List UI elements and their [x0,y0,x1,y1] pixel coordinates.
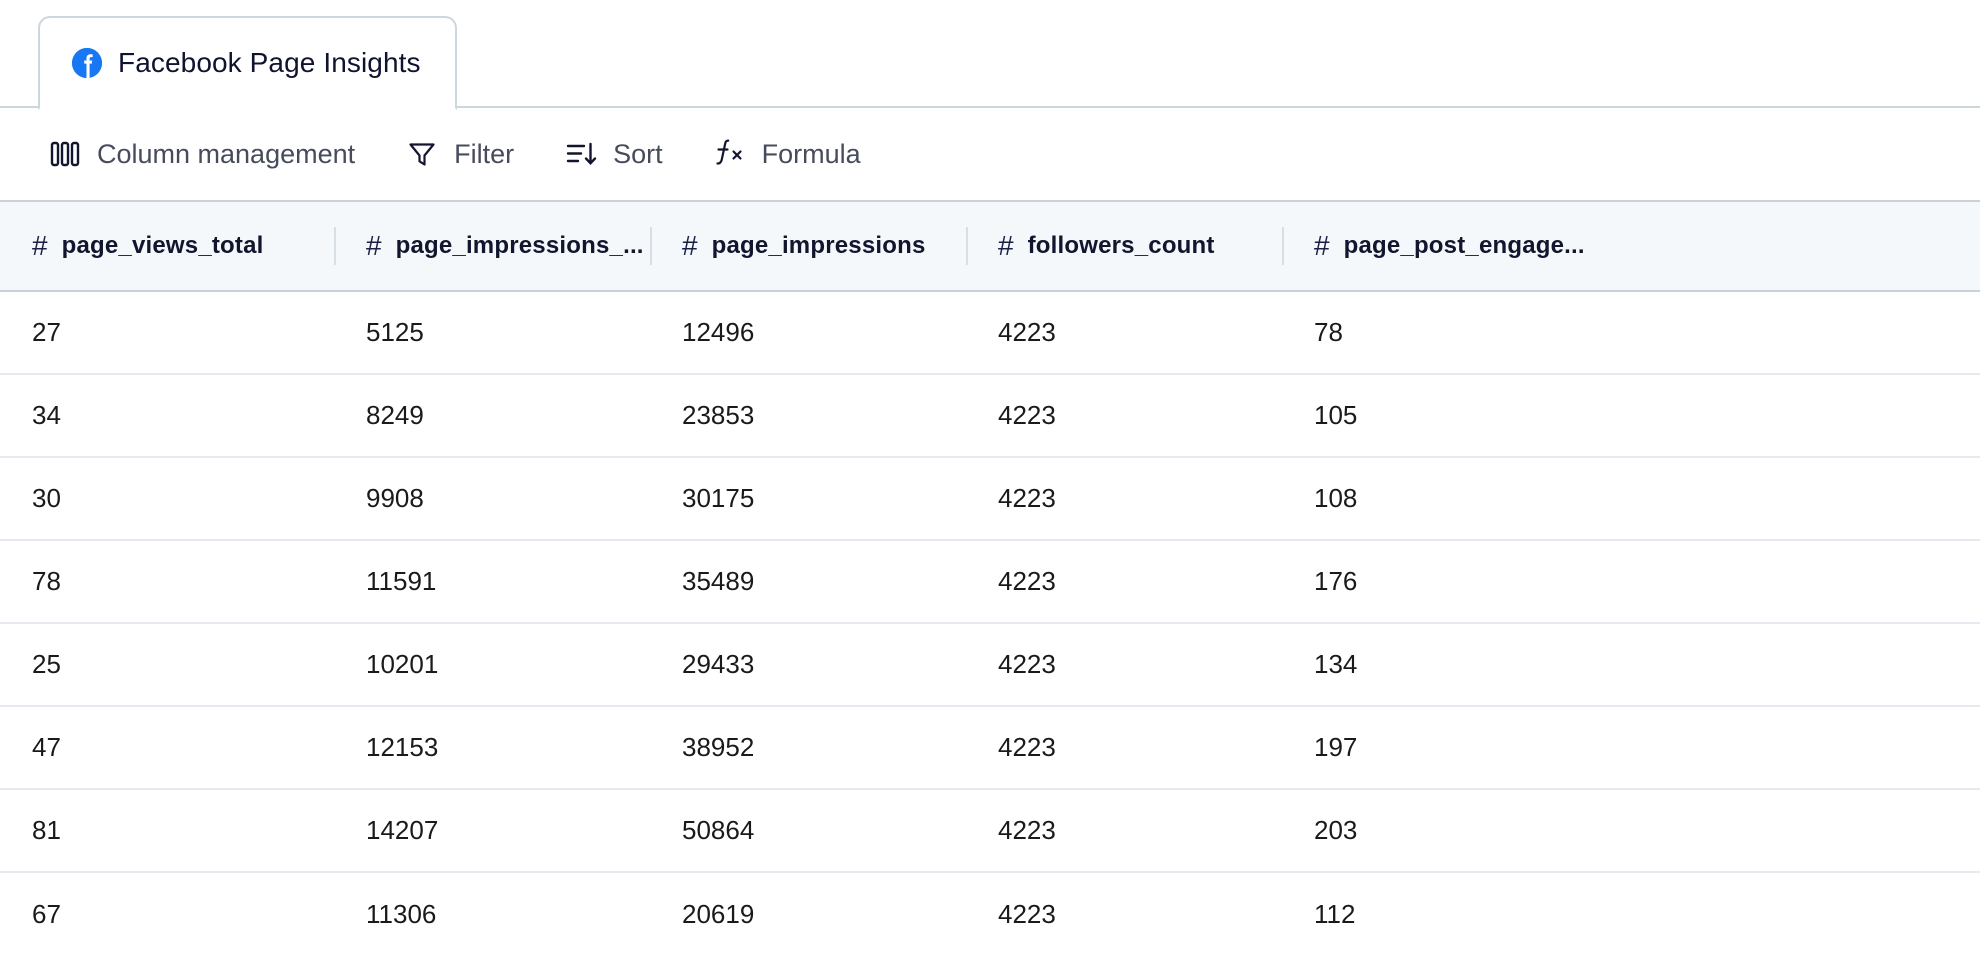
table-row[interactable]: 30 9908 30175 4223 108 [0,457,1980,541]
table-cell[interactable]: 38952 [650,706,966,790]
column-management-button[interactable]: Column management [46,133,357,175]
table-cell[interactable]: 134 [1282,623,1980,707]
table-cell[interactable]: 29433 [650,623,966,707]
table-cell[interactable]: 34 [0,374,334,458]
number-type-icon: # [998,230,1014,261]
number-type-icon: # [682,230,698,261]
tab-label: Facebook Page Insights [118,47,421,78]
data-grid: # page_views_total # page_impressions_... # p… [0,200,1980,955]
filter-button[interactable]: Filter [403,133,516,175]
header-row: # page_views_total # page_impressions_... # p… [0,200,1980,292]
column-header-label: page_post_engage... [1343,232,1585,259]
column-header-label: page_impressions [711,232,926,259]
column-header-page-post-engage-[interactable]: # page_post_engage... [1282,200,1980,292]
table-cell[interactable]: 4223 [966,872,1282,955]
filter-label: Filter [454,138,515,169]
table-cell[interactable]: 112 [1282,872,1980,955]
table-cell[interactable]: 25 [0,623,334,707]
table-cell[interactable]: 81 [0,789,334,873]
table-cell[interactable]: 203 [1282,789,1980,873]
table-cell[interactable]: 78 [1282,291,1980,375]
function-fx-icon [713,137,747,171]
table-cell[interactable]: 27 [0,291,334,375]
table-cell[interactable]: 5125 [334,291,650,375]
table-cell[interactable]: 9908 [334,457,650,541]
facebook-icon [72,48,102,78]
grid-header: # page_views_total # page_impressions_... # p… [0,200,1980,292]
table-cell[interactable]: 105 [1282,374,1980,458]
sort-descending-icon [564,137,598,171]
table-cell[interactable]: 4223 [966,540,1282,624]
table-row[interactable]: 78 11591 35489 4223 176 [0,540,1980,624]
table-cell[interactable]: 78 [0,540,334,624]
column-header-label: page_views_total [61,232,264,259]
data-grid-scroll[interactable]: # page_views_total # page_impressions_... # p… [0,200,1980,968]
columns-icon [48,137,82,171]
table-cell[interactable]: 67 [0,872,334,955]
table-row[interactable]: 67 11306 20619 4223 112 [0,872,1980,955]
table-cell[interactable]: 108 [1282,457,1980,541]
formula-label: Formula [761,138,861,169]
table-cell[interactable]: 12153 [334,706,650,790]
table-cell[interactable]: 4223 [966,789,1282,873]
filter-funnel-icon [405,137,439,171]
number-type-icon: # [32,230,48,261]
formula-button[interactable]: Formula [711,133,863,175]
column-header-page-impressions-[interactable]: # page_impressions_... [334,200,650,292]
grid-body: 27 5125 12496 4223 78 34 8249 23853 4223 105 30 990… [0,291,1980,955]
table-cell[interactable]: 23853 [650,374,966,458]
table-cell[interactable]: 8249 [334,374,650,458]
table-cell[interactable]: 176 [1282,540,1980,624]
number-type-icon: # [366,230,382,261]
app-root: Facebook Page Insights Column management… [0,0,1980,968]
table-cell[interactable]: 4223 [966,706,1282,790]
table-cell[interactable]: 30 [0,457,334,541]
tab-strip: Facebook Page Insights [0,0,1980,110]
table-cell[interactable]: 20619 [650,872,966,955]
table-cell[interactable]: 12496 [650,291,966,375]
sort-button[interactable]: Sort [562,133,665,175]
sort-label: Sort [613,138,663,169]
table-row[interactable]: 47 12153 38952 4223 197 [0,706,1980,790]
table-row[interactable]: 27 5125 12496 4223 78 [0,291,1980,375]
column-management-label: Column management [97,138,356,169]
column-header-label: page_impressions_... [395,232,644,259]
table-toolbar: Column management Filter Sort Formula [0,108,1980,200]
table-cell[interactable]: 4223 [966,374,1282,458]
table-cell[interactable]: 197 [1282,706,1980,790]
tab-facebook-page-insights[interactable]: Facebook Page Insights [38,16,457,110]
table-cell[interactable]: 11591 [334,540,650,624]
table-row[interactable]: 81 14207 50864 4223 203 [0,789,1980,873]
column-header-page-views-total[interactable]: # page_views_total [0,200,334,292]
table-cell[interactable]: 4223 [966,291,1282,375]
table-row[interactable]: 34 8249 23853 4223 105 [0,374,1980,458]
table-cell[interactable]: 10201 [334,623,650,707]
number-type-icon: # [1314,230,1330,261]
column-header-page-impressions[interactable]: # page_impressions [650,200,966,292]
table-row[interactable]: 25 10201 29433 4223 134 [0,623,1980,707]
table-cell[interactable]: 35489 [650,540,966,624]
table-cell[interactable]: 4223 [966,457,1282,541]
table-cell[interactable]: 47 [0,706,334,790]
column-header-followers-count[interactable]: # followers_count [966,200,1282,292]
column-header-label: followers_count [1027,232,1215,259]
table-cell[interactable]: 4223 [966,623,1282,707]
table-cell[interactable]: 14207 [334,789,650,873]
table-cell[interactable]: 50864 [650,789,966,873]
table-cell[interactable]: 11306 [334,872,650,955]
table-cell[interactable]: 30175 [650,457,966,541]
